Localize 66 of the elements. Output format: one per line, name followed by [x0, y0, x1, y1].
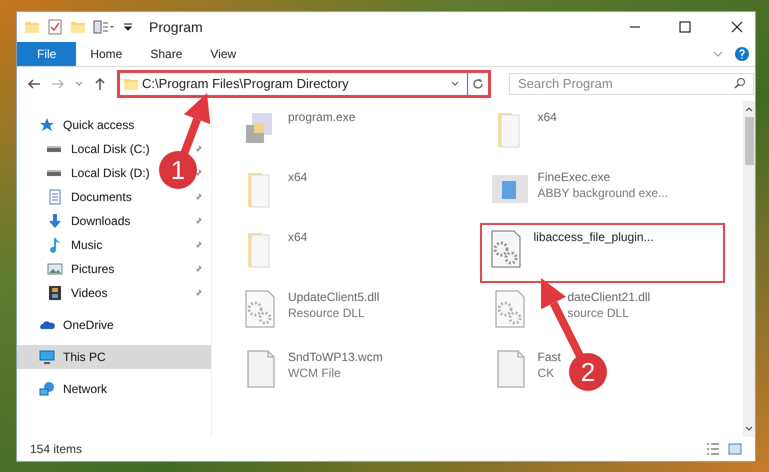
document-icon [47, 189, 63, 205]
sidebar-item[interactable]: Videos [71, 284, 108, 302]
file-name: x64 [288, 169, 308, 185]
file-type: WCM File [288, 365, 341, 381]
sidebar-highlight[interactable]: This PC [17, 345, 211, 369]
properties-icon[interactable] [47, 19, 63, 35]
file-name: x64 [288, 229, 308, 245]
search-icon[interactable] [734, 77, 746, 89]
file-name: FineExec.exe [538, 169, 610, 185]
file-name: dateClient21.dll [568, 289, 650, 305]
file-name: x64 [538, 109, 557, 125]
dropdown-icon[interactable] [123, 22, 133, 32]
network-icon [39, 381, 55, 397]
scrollbar[interactable] [743, 101, 755, 437]
chevron-down-icon[interactable] [75, 80, 83, 88]
file-name: SndToWP13.wcm [288, 349, 383, 365]
details-view-icon[interactable] [706, 442, 720, 456]
refresh-icon[interactable] [472, 78, 484, 90]
film-icon [47, 285, 63, 301]
sidebar-item[interactable]: OneDrive [63, 316, 114, 334]
search-field[interactable]: Search Program [509, 72, 754, 94]
scroll-thumb[interactable] [744, 117, 754, 165]
sidebar-item[interactable]: Local Disk (C:) [71, 140, 150, 158]
file-selection-frame[interactable]: libaccess_file_plugin... [480, 223, 725, 283]
close-icon[interactable] [731, 21, 743, 33]
chevron-down-icon[interactable] [451, 80, 459, 88]
file-name: program.exe [288, 109, 356, 125]
drive-icon [47, 146, 61, 152]
folder-icon [124, 78, 138, 90]
sidebar-item[interactable]: Local Disk (D:) [71, 164, 150, 182]
ribbon-tab[interactable]: Home [76, 42, 136, 66]
up-arrow-icon[interactable] [93, 77, 107, 91]
folder-icon [71, 22, 85, 32]
view-options-icon[interactable] [93, 19, 115, 35]
file-type: ABBY background exe... [538, 185, 668, 201]
scroll-down-icon[interactable] [745, 425, 753, 433]
maximize-icon[interactable] [679, 21, 691, 33]
file-tab[interactable]: File [17, 42, 76, 66]
item-count: 154 items [30, 441, 84, 458]
back-arrow-icon[interactable] [27, 77, 41, 91]
sidebar-item[interactable]: Quick access [63, 116, 134, 134]
file-name: UpdateClient5.dll [288, 289, 380, 305]
sidebar-item[interactable]: Network [63, 380, 108, 398]
window-title: Program [149, 18, 203, 37]
address-bar[interactable]: C:\Program Files\Program Directory [117, 70, 491, 98]
file-type: source DLL [568, 305, 629, 321]
file-type: Resource DLL [288, 305, 365, 321]
sidebar-item[interactable]: Music [71, 236, 102, 254]
sidebar-item[interactable]: Downloads [71, 212, 130, 230]
download-icon [47, 213, 63, 229]
ribbon-tab[interactable]: View [196, 42, 250, 66]
folder-icon [25, 22, 39, 32]
ribbon-tab[interactable]: Share [136, 42, 196, 66]
drive-icon [47, 170, 61, 176]
help-icon[interactable] [735, 47, 749, 61]
file-type: CK [538, 365, 554, 381]
large-icons-view-icon[interactable] [728, 442, 742, 456]
sidebar-item[interactable]: This PC [63, 348, 106, 366]
sidebar-item[interactable]: Documents [71, 188, 132, 206]
star-icon [39, 117, 55, 133]
sidebar-item[interactable]: Pictures [71, 260, 114, 278]
file-name: Fast [538, 349, 561, 365]
monitor-icon [39, 349, 55, 365]
picture-icon [47, 261, 63, 277]
scroll-up-icon[interactable] [745, 105, 753, 113]
file-name: libaccess_file_plugin... [534, 229, 654, 245]
